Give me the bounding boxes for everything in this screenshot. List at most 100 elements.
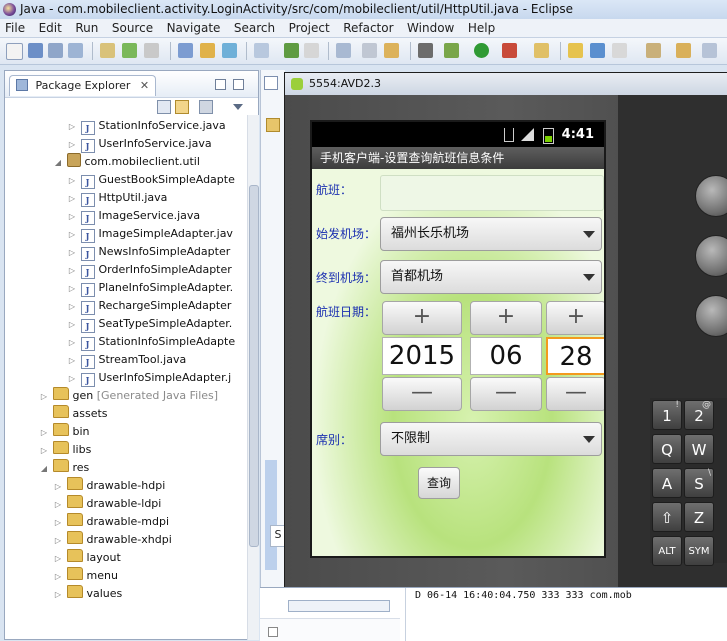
key-alt[interactable]: ALT (652, 536, 682, 566)
menu-project[interactable]: Project (284, 20, 335, 36)
chevron-down-icon[interactable] (233, 104, 243, 110)
tree-item[interactable]: ▷ values (53, 585, 122, 603)
expand-icon[interactable]: ▷ (39, 424, 49, 442)
open-task-icon[interactable] (304, 43, 319, 58)
expand-icon[interactable]: ▷ (39, 388, 49, 406)
skip-breakpoints-icon[interactable] (418, 43, 433, 58)
key-2[interactable]: @2 (684, 400, 714, 430)
new-server-icon[interactable] (568, 43, 583, 58)
forward-icon[interactable] (702, 43, 717, 58)
new-class-icon[interactable] (222, 43, 237, 58)
arrive-airport-spinner[interactable]: 首都机场 (380, 260, 602, 294)
menu-run[interactable]: Run (70, 20, 103, 36)
tree-item[interactable]: ▷ J NewsInfoSimpleAdapter (67, 243, 230, 261)
open-type-icon[interactable] (100, 43, 115, 58)
tree-item[interactable]: ▷ gen [Generated Java Files] (39, 387, 218, 405)
expand-icon[interactable]: ▷ (53, 478, 63, 496)
expand-icon[interactable]: ▷ (53, 532, 63, 550)
expand-icon[interactable]: ▷ (67, 208, 77, 226)
prev-edit-icon[interactable] (646, 43, 661, 58)
depart-airport-spinner[interactable]: 福州长乐机场 (380, 217, 602, 251)
java-editor-tab-icon[interactable] (264, 76, 278, 90)
expand-icon[interactable]: ▷ (67, 190, 77, 208)
open-perspective-icon[interactable] (612, 43, 627, 58)
menu-help[interactable]: Help (463, 20, 500, 36)
seat-spinner[interactable]: 不限制 (380, 422, 602, 456)
horizontal-scrollbar[interactable] (288, 600, 390, 612)
key-a[interactable]: A (652, 468, 682, 498)
tree-item[interactable]: ◢ com.mobileclient.util (53, 153, 200, 171)
flight-input[interactable] (380, 175, 604, 211)
package-explorer-tab[interactable]: Package Explorer ✕ (9, 75, 157, 96)
tree-item[interactable]: ▷ layout (53, 549, 121, 567)
new-package-icon[interactable] (200, 43, 215, 58)
save-all-icon[interactable] (48, 43, 63, 58)
day-increment-button[interactable]: + (546, 301, 604, 335)
key-1[interactable]: ! 1 (652, 400, 682, 430)
tree-item[interactable]: ▷ J SeatTypeSimpleAdapter. (67, 315, 232, 333)
minimize-icon[interactable] (215, 79, 226, 90)
console-view-icon[interactable] (268, 627, 278, 637)
menu-window[interactable]: Window (402, 20, 459, 36)
tree-item[interactable]: ▷ menu (53, 567, 118, 585)
year-value[interactable]: 2015 (382, 337, 462, 375)
tree-item[interactable]: ▷ drawable-mdpi (53, 513, 169, 531)
tree-item[interactable]: ▷ J StationInfoService.java (67, 117, 226, 135)
tree-item[interactable]: ▷ drawable-ldpi (53, 495, 161, 513)
menu-search[interactable]: Search (229, 20, 280, 36)
expand-icon[interactable]: ▷ (53, 550, 63, 568)
expand-icon[interactable]: ▷ (67, 316, 77, 334)
android-avd-icon[interactable] (284, 43, 299, 58)
menu-file[interactable]: File (0, 20, 30, 36)
save-icon[interactable] (28, 43, 43, 58)
expand-icon[interactable]: ▷ (67, 262, 77, 280)
print-icon[interactable] (68, 43, 83, 58)
run-icon[interactable] (474, 43, 489, 58)
tree-item[interactable]: ▷ J ImageService.java (67, 207, 200, 225)
expand-icon[interactable]: ▷ (53, 514, 63, 532)
external-run-icon[interactable] (534, 43, 549, 58)
expand-icon[interactable]: ▷ (53, 586, 63, 604)
expand-icon[interactable]: ▷ (67, 334, 77, 352)
expand-icon[interactable]: ▷ (67, 352, 77, 370)
menu-refactor[interactable]: Refactor (338, 20, 398, 36)
expand-icon[interactable]: ▷ (67, 370, 77, 388)
tree-item[interactable]: ▷ J StreamTool.java (67, 351, 186, 369)
tree-scrollbar[interactable] (247, 115, 259, 640)
day-value[interactable]: 28 (546, 337, 604, 375)
day-decrement-button[interactable]: — (546, 377, 604, 411)
menu-source[interactable]: Source (107, 20, 158, 36)
tree-item[interactable]: ▷ J HttpUtil.java (67, 189, 167, 207)
tree-item[interactable]: ▷ J OrderInfoSimpleAdapter (67, 261, 232, 279)
key-z[interactable]: Z (684, 502, 714, 532)
menu-navigate[interactable]: Navigate (162, 20, 226, 36)
expand-icon[interactable]: ▷ (39, 442, 49, 460)
expand-icon[interactable]: ▷ (67, 172, 77, 190)
globe-icon[interactable] (590, 43, 605, 58)
tree-item[interactable]: ▷ J UserInfoService.java (67, 135, 212, 153)
tree-item[interactable]: ▷ J GuestBookSimpleAdapte (67, 171, 235, 189)
year-decrement-button[interactable]: — (382, 377, 462, 411)
expand-icon[interactable]: ▷ (67, 136, 77, 154)
mark-icon[interactable] (384, 43, 399, 58)
close-icon[interactable]: ✕ (140, 79, 149, 92)
debug-run-icon[interactable] (444, 43, 459, 58)
expand-icon[interactable]: ▷ (67, 280, 77, 298)
month-increment-button[interactable]: + (470, 301, 542, 335)
collapse-icon[interactable]: ◢ (39, 460, 49, 478)
new-java-project-icon[interactable] (178, 43, 193, 58)
external-tools-icon[interactable] (144, 43, 159, 58)
month-value[interactable]: 06 (470, 337, 542, 375)
tree-item[interactable]: ▷ drawable-hdpi (53, 477, 165, 495)
tree-item[interactable]: ▷ drawable-xhdpi (53, 531, 172, 549)
tree-item[interactable]: assets (39, 405, 108, 423)
view-menu-icon[interactable] (199, 100, 213, 114)
tree-item[interactable]: ▷ J UserInfoSimpleAdapter.j (67, 369, 231, 387)
key-w[interactable]: W (684, 434, 714, 464)
expand-icon[interactable]: ▷ (67, 118, 77, 136)
month-decrement-button[interactable]: — (470, 377, 542, 411)
collapse-icon[interactable]: ◢ (53, 154, 63, 172)
tree-item[interactable]: ▷ libs (39, 441, 91, 459)
link-editor-icon[interactable] (175, 100, 189, 114)
tree-item[interactable]: ▷ J StationInfoSimpleAdapte (67, 333, 235, 351)
